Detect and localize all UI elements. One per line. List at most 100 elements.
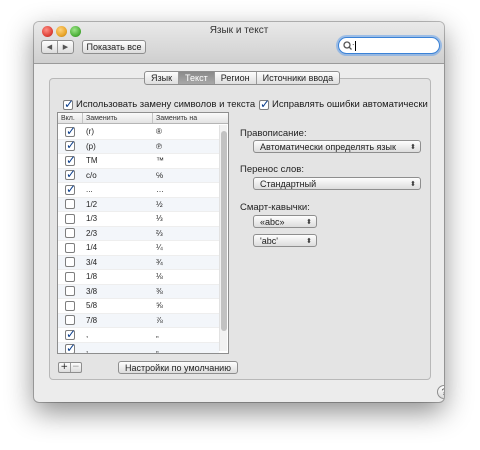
- row-enabled-checkbox[interactable]: [65, 242, 75, 253]
- replace-cell[interactable]: ,: [82, 345, 152, 353]
- row-enabled-cell: [58, 228, 82, 239]
- replace-cell[interactable]: 1/3: [82, 214, 152, 223]
- table-row[interactable]: 1/4 ¼: [58, 241, 219, 256]
- table-row[interactable]: (r)®: [58, 124, 219, 140]
- scrollbar-thumb[interactable]: [221, 131, 227, 331]
- row-enabled-checkbox[interactable]: [65, 182, 76, 196]
- table-row[interactable]: 1/8 ⅛: [58, 270, 219, 285]
- hyphenation-label: Перенос слов:: [240, 164, 304, 175]
- restore-defaults-button[interactable]: Настройки по умолчанию: [118, 361, 238, 374]
- with-cell[interactable]: ½: [152, 200, 218, 209]
- tab-language[interactable]: Язык: [145, 72, 178, 84]
- row-enabled-checkbox[interactable]: [65, 327, 76, 341]
- row-enabled-cell: [58, 124, 82, 138]
- replace-cell[interactable]: 3/4: [82, 258, 152, 267]
- with-cell[interactable]: ⅝: [152, 301, 218, 310]
- row-enabled-checkbox[interactable]: [65, 199, 75, 210]
- remove-icon[interactable]: −: [69, 363, 82, 372]
- row-enabled-checkbox[interactable]: [65, 228, 75, 239]
- use-substitution-checkbox[interactable]: [63, 97, 74, 111]
- replace-cell[interactable]: 7/8: [82, 316, 152, 325]
- replace-cell[interactable]: c/o: [82, 171, 152, 180]
- replace-cell[interactable]: 3/8: [82, 287, 152, 296]
- table-row[interactable]: 5/8 ⅝: [58, 299, 219, 314]
- table-row[interactable]: 3/4 ¾: [58, 255, 219, 270]
- tab-input-sources[interactable]: Источники ввода: [255, 72, 339, 84]
- with-cell[interactable]: ℅: [152, 171, 218, 180]
- spelling-popup[interactable]: Автоматически определять язык ⬍: [253, 140, 421, 153]
- row-enabled-checkbox[interactable]: [65, 300, 75, 311]
- row-enabled-checkbox[interactable]: [65, 124, 76, 138]
- replace-cell[interactable]: 1/2: [82, 200, 152, 209]
- back-icon[interactable]: ◀: [42, 41, 57, 53]
- hyphenation-popup[interactable]: Стандартный ⬍: [253, 177, 421, 190]
- row-enabled-checkbox[interactable]: [65, 286, 75, 297]
- table-row[interactable]: (p)℗: [58, 138, 219, 154]
- replace-cell[interactable]: 1/8: [82, 272, 152, 281]
- table-row[interactable]: 2/3 ⅔: [58, 226, 219, 241]
- with-cell[interactable]: ℗: [152, 142, 218, 151]
- with-cell[interactable]: ⅜: [152, 287, 218, 296]
- with-cell[interactable]: ¾: [152, 258, 218, 267]
- forward-icon[interactable]: ▶: [57, 41, 73, 53]
- table-row[interactable]: 7/8 ⅞: [58, 313, 219, 328]
- replace-cell[interactable]: 1/4: [82, 243, 152, 252]
- table-scrollbar[interactable]: [219, 125, 227, 351]
- row-enabled-checkbox[interactable]: [65, 213, 75, 224]
- replace-cell[interactable]: 5/8: [82, 301, 152, 310]
- with-cell[interactable]: ⅛: [152, 272, 218, 281]
- with-cell[interactable]: ⅔: [152, 229, 218, 238]
- autocorrect-option[interactable]: Исправлять ошибки автоматически: [259, 97, 428, 111]
- column-header-with[interactable]: Заменить на: [152, 113, 218, 123]
- double-quotes-popup[interactable]: «abc» ⬍: [253, 215, 317, 228]
- replace-cell[interactable]: ,: [82, 330, 152, 339]
- table-row[interactable]: 1/3 ⅓: [58, 212, 219, 227]
- with-cell[interactable]: ™: [152, 156, 218, 165]
- replace-cell[interactable]: 2/3: [82, 229, 152, 238]
- table-row[interactable]: c/o℅: [58, 167, 219, 183]
- double-quotes-value: «abc»: [260, 216, 285, 227]
- add-icon[interactable]: +: [59, 363, 70, 372]
- replace-cell[interactable]: (p): [82, 142, 152, 151]
- with-cell[interactable]: …: [152, 185, 218, 194]
- popup-arrows-icon: ⬍: [306, 218, 312, 226]
- search-input[interactable]: [358, 39, 438, 52]
- replace-cell[interactable]: (r): [82, 127, 152, 136]
- help-button[interactable]: ?: [437, 385, 444, 399]
- table-row[interactable]: ,„: [58, 341, 219, 353]
- row-enabled-checkbox[interactable]: [65, 271, 75, 282]
- replace-cell[interactable]: ...: [82, 185, 152, 194]
- show-all-button[interactable]: Показать все: [82, 40, 146, 54]
- with-cell[interactable]: „: [152, 345, 218, 353]
- row-enabled-checkbox[interactable]: [65, 341, 76, 353]
- row-enabled-checkbox[interactable]: [65, 167, 76, 181]
- with-cell[interactable]: ⅞: [152, 316, 218, 325]
- tab-text[interactable]: Текст: [178, 72, 214, 84]
- use-substitution-option[interactable]: Использовать замену символов и текста: [63, 97, 255, 111]
- column-header-replace[interactable]: Заменить: [82, 113, 152, 123]
- add-remove-control: + −: [58, 362, 82, 373]
- row-enabled-checkbox[interactable]: [65, 257, 75, 268]
- column-header-on[interactable]: Вкл.: [58, 113, 82, 123]
- table-row[interactable]: ...…: [58, 182, 219, 198]
- autocorrect-checkbox[interactable]: [259, 97, 270, 111]
- popup-arrows-icon: ⬍: [306, 237, 312, 245]
- row-enabled-checkbox[interactable]: [65, 315, 75, 326]
- back-forward-control: ◀ ▶: [41, 40, 74, 54]
- with-cell[interactable]: „: [152, 330, 218, 339]
- table-row[interactable]: 1/2 ½: [58, 197, 219, 212]
- tab-bar: Язык Текст Регион Источники ввода: [144, 71, 341, 85]
- table-row[interactable]: TM™: [58, 153, 219, 169]
- tab-region[interactable]: Регион: [213, 72, 256, 84]
- with-cell[interactable]: ¼: [152, 243, 218, 252]
- row-enabled-checkbox[interactable]: [65, 153, 76, 167]
- table-row[interactable]: ,„: [58, 327, 219, 343]
- single-quotes-popup[interactable]: 'abc' ⬍: [253, 234, 317, 247]
- replace-cell[interactable]: TM: [82, 156, 152, 165]
- row-enabled-checkbox[interactable]: [65, 138, 76, 152]
- search-field[interactable]: [338, 37, 440, 54]
- with-cell[interactable]: ⅓: [152, 214, 218, 223]
- with-cell[interactable]: ®: [152, 127, 218, 136]
- row-enabled-cell: [58, 271, 82, 282]
- table-row[interactable]: 3/8 ⅜: [58, 284, 219, 299]
